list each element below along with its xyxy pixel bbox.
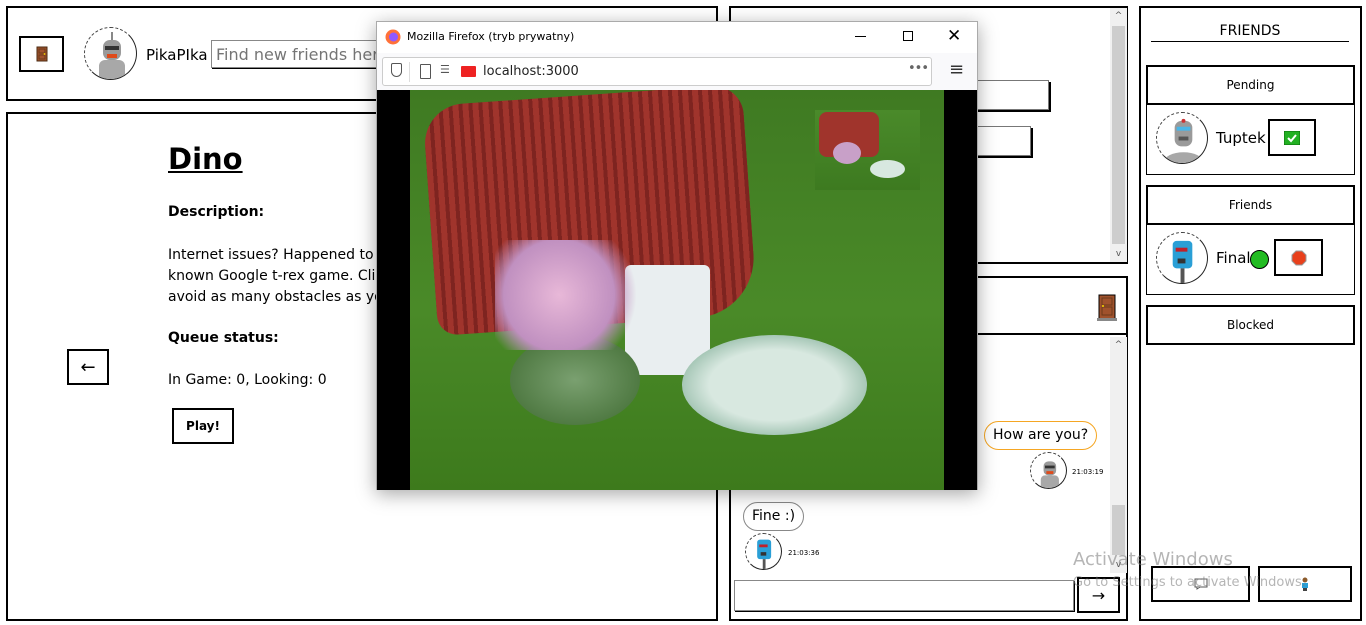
scrollbar[interactable]: ^ v: [1110, 8, 1127, 262]
menu-icon[interactable]: ≡: [949, 59, 964, 80]
camera-sharing-icon[interactable]: [461, 66, 476, 77]
firefox-window: Mozilla Firefox (tryb prywatny) ✕ ☰ loca…: [376, 21, 978, 490]
blue-robot-avatar-icon: [1172, 240, 1193, 283]
friends-panel: FRIENDS Pending Tuptek Friends Final Blo…: [1139, 6, 1362, 621]
message-avatar: [745, 533, 782, 570]
room-input[interactable]: [971, 126, 1031, 156]
robot-avatar-icon: [99, 32, 125, 79]
permissions-icon[interactable]: ☰: [440, 63, 450, 76]
scroll-down-icon[interactable]: v: [1110, 246, 1127, 262]
robot-avatar-icon: [1040, 461, 1059, 488]
play-label: Play!: [186, 419, 220, 433]
online-status-indicator: [1250, 250, 1269, 269]
game-title: Dino: [168, 142, 243, 176]
scroll-up-icon[interactable]: ^: [1110, 337, 1127, 353]
back-button[interactable]: ←: [67, 349, 109, 385]
url-text[interactable]: localhost:3000: [483, 64, 579, 79]
maximize-icon[interactable]: [903, 31, 913, 41]
video-plate: [682, 335, 867, 435]
room-input[interactable]: [971, 80, 1049, 110]
friend-row: Final: [1146, 223, 1355, 295]
description-line: known Google t-rex game. Cli: [168, 268, 376, 284]
url-bar[interactable]: ☰ localhost:3000 •••: [382, 57, 932, 86]
pending-friend-row: Tuptek: [1146, 103, 1355, 175]
friends-section-header[interactable]: Friends: [1146, 185, 1355, 225]
description-line: Internet issues? Happened to: [168, 247, 374, 263]
activation-watermark-subtitle: Go to Settings to activate Windows.: [1073, 575, 1306, 590]
shield-icon[interactable]: [391, 63, 402, 77]
friend-avatar: [1156, 232, 1208, 284]
video-flowers: [495, 240, 655, 350]
pending-section-header[interactable]: Pending: [1146, 65, 1355, 105]
message-bubble: Fine :): [743, 502, 805, 531]
logout-button[interactable]: [19, 36, 64, 72]
scroll-thumb[interactable]: [1112, 505, 1125, 555]
preview-flowers: [833, 142, 861, 164]
blocked-section-header[interactable]: Blocked: [1146, 305, 1355, 345]
friend-name: Tuptek: [1216, 129, 1266, 147]
more-actions-icon[interactable]: •••: [908, 61, 929, 76]
pending-label: Pending: [1226, 78, 1275, 92]
message-time: 21:03:36: [788, 549, 820, 557]
description-label: Description:: [168, 204, 265, 220]
robot-avatar-icon: [1163, 118, 1204, 163]
firefox-logo-icon: [385, 29, 401, 45]
block-icon: [1291, 250, 1306, 265]
activation-watermark-title: Activate Windows: [1073, 549, 1233, 570]
accept-friend-button[interactable]: [1268, 119, 1316, 156]
minimize-icon[interactable]: [855, 36, 866, 37]
back-arrow-icon: ←: [80, 356, 96, 378]
description-text: Internet issues? Happened to known Googl…: [168, 245, 383, 308]
blue-robot-avatar-icon: [757, 539, 772, 569]
queue-status: In Game: 0, Looking: 0: [168, 372, 327, 388]
chat-message-input[interactable]: [734, 580, 1074, 611]
firefox-titlebar[interactable]: Mozilla Firefox (tryb prywatny) ✕: [377, 22, 977, 53]
username: PikaPIka: [146, 46, 208, 64]
message-avatar: [1030, 452, 1067, 489]
local-video-preview: [815, 110, 920, 190]
friends-label: Friends: [1228, 198, 1273, 212]
scroll-up-icon[interactable]: ^: [1110, 8, 1127, 24]
chat-scrollbar[interactable]: ^ v: [1110, 337, 1127, 573]
close-icon[interactable]: ✕: [947, 26, 961, 46]
leave-chat-door-icon[interactable]: [1097, 294, 1117, 321]
blocked-label: Blocked: [1226, 318, 1275, 332]
door-icon: [36, 46, 47, 62]
scroll-thumb[interactable]: [1112, 26, 1125, 244]
message-bubble: How are you?: [984, 421, 1098, 450]
user-avatar[interactable]: [84, 27, 137, 80]
message-time: 21:03:19: [1072, 468, 1104, 476]
friend-name: Final: [1216, 249, 1251, 267]
divider: [409, 62, 410, 82]
friend-avatar: [1156, 112, 1208, 164]
preview-plate: [870, 160, 905, 178]
play-button[interactable]: Play!: [172, 408, 234, 444]
window-title: Mozilla Firefox (tryb prywatny): [407, 30, 575, 43]
queue-label: Queue status:: [168, 330, 279, 346]
friends-title: FRIENDS: [1151, 23, 1349, 42]
firefox-toolbar: ☰ localhost:3000 ••• ≡: [377, 53, 977, 90]
accept-icon: [1284, 130, 1300, 145]
video-area: [377, 90, 977, 490]
block-friend-button[interactable]: [1274, 239, 1323, 276]
description-line: avoid as many obstacles as yo: [168, 289, 383, 305]
page-icon[interactable]: [420, 64, 431, 79]
